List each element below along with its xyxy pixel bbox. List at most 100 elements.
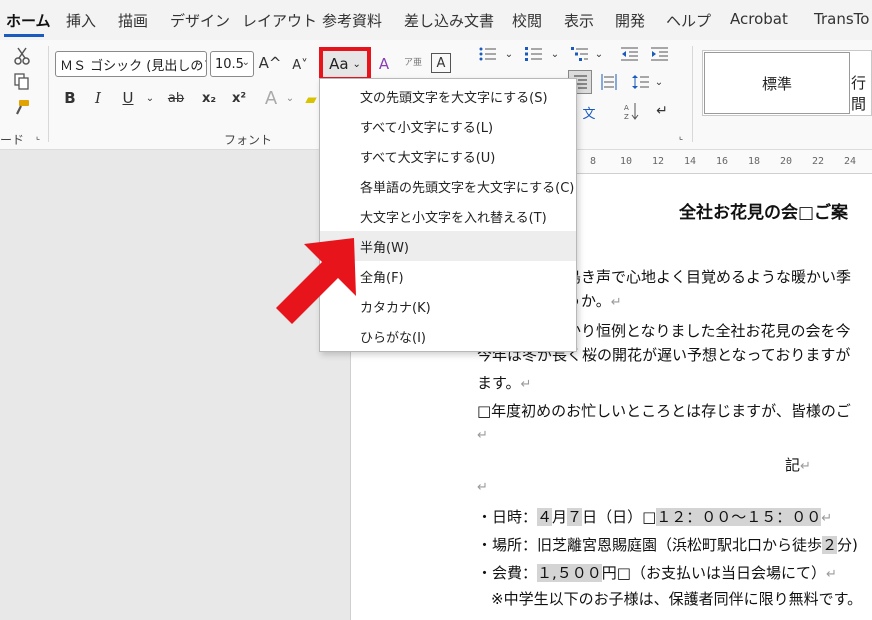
tab-mailings[interactable]: 差し込み文書	[404, 10, 494, 31]
menu-item-lowercase[interactable]: すべて小文字にする(L)	[320, 111, 576, 141]
tab-transto[interactable]: TransTo	[814, 10, 869, 28]
chevron-down-icon: ⌄	[194, 57, 203, 68]
tab-review[interactable]: 校閲	[512, 10, 542, 31]
text-effects-label: A	[264, 87, 278, 109]
shrink-font-button[interactable]: A˅	[288, 53, 312, 77]
chevron-down-icon[interactable]: ⌄	[550, 47, 560, 61]
place-minutes: ２	[822, 536, 838, 554]
menu-item-toggle-case[interactable]: 大文字と小文字を入れ替える(T)	[320, 201, 576, 231]
font-name-combo[interactable]: ＭＳ ゴシック (見出しのフ ⌄	[55, 51, 207, 77]
tab-acrobat[interactable]: Acrobat	[730, 10, 788, 28]
chevron-down-icon[interactable]: ⌄	[594, 47, 604, 61]
chevron-down-icon[interactable]: ⌄	[504, 47, 514, 61]
document-title: 全社お花見の会□ご案	[679, 203, 849, 223]
menu-item-uppercase[interactable]: すべて大文字にする(U)	[320, 141, 576, 171]
chevron-down-icon[interactable]: ⌄	[654, 75, 664, 89]
ki-heading: 記	[785, 456, 801, 474]
strikethrough-label: ab	[167, 90, 185, 106]
red-arrow-icon	[276, 238, 356, 324]
date-line: ・日時：４月７日（日）□１２：００～１５：００↵	[477, 506, 832, 527]
underline-button[interactable]: U	[118, 88, 138, 108]
clear-formatting-button[interactable]: A	[373, 53, 395, 75]
body-line: かり恒例となりました全社お花見の会を今	[566, 322, 851, 340]
menu-item-sentence-case[interactable]: 文の先頭文字を大文字にする(S)	[320, 81, 576, 111]
chevron-down-icon[interactable]: ⌄	[284, 90, 296, 106]
text-effects-button[interactable]: A	[260, 86, 282, 110]
svg-text:A: A	[624, 104, 629, 112]
numbering-icon[interactable]	[524, 45, 544, 63]
style-standard-label: 標準	[761, 74, 792, 93]
underline-label: U	[122, 89, 134, 107]
strikethrough-button[interactable]: ab	[164, 88, 188, 108]
menu-item-label: 各単語の先頭文字を大文字にする(C)	[360, 180, 575, 196]
bold-button[interactable]: B	[60, 88, 80, 108]
show-formatting-marks-icon[interactable]: ↵	[652, 101, 672, 121]
chevron-down-icon: ⌄	[352, 58, 361, 70]
bullets-icon[interactable]	[478, 45, 498, 63]
tab-help[interactable]: ヘルプ	[666, 10, 711, 31]
tab-references[interactable]: 参考資料	[322, 10, 382, 31]
ruler-number: 10	[620, 156, 633, 167]
menu-item-label: 文の先頭文字を大文字にする(S)	[360, 90, 548, 106]
active-tab-indicator	[4, 34, 44, 37]
ruler-number: 18	[748, 156, 761, 167]
line-spacing-icon[interactable]	[630, 71, 652, 93]
chevron-down-icon[interactable]: ⌄	[144, 90, 156, 106]
phonetic-guide-button[interactable]: ア亜	[403, 52, 423, 74]
dialog-launcher-icon[interactable]: ⌞	[676, 132, 686, 142]
body-line: ます。↵	[477, 372, 531, 393]
change-case-label: Aa	[329, 55, 349, 73]
distributed-align-icon[interactable]	[598, 71, 620, 93]
date-rest: 日（日）□	[582, 508, 657, 526]
format-painter-icon[interactable]	[12, 98, 32, 118]
date-month-unit: 月	[552, 508, 568, 526]
menu-item-label: すべて小文字にする(L)	[360, 120, 494, 136]
font-size-value: 10.5	[215, 56, 244, 72]
change-case-button[interactable]: Aa ⌄	[319, 47, 371, 81]
grow-font-button[interactable]: A^	[258, 51, 282, 75]
superscript-button[interactable]: x²	[228, 88, 250, 108]
place-text: ・場所：旧芝離宮恩賜庭園（浜松町駅北口から徒歩	[477, 536, 823, 554]
copy-icon[interactable]	[12, 72, 32, 92]
tab-view[interactable]: 表示	[564, 10, 594, 31]
highlight-icon[interactable]: ▰	[304, 88, 318, 110]
menu-item-label: ひらがな(I)	[360, 330, 426, 346]
tab-layout[interactable]: レイアウト	[242, 10, 317, 31]
tab-home[interactable]: ホーム	[6, 10, 51, 31]
shrink-font-label: A˅	[292, 57, 308, 73]
tab-insert[interactable]: 挿入	[66, 10, 96, 31]
menu-item-capitalize-each-word[interactable]: 各単語の先頭文字を大文字にする(C)	[320, 171, 576, 201]
fee-prefix: ・会費：	[477, 564, 538, 582]
tab-design[interactable]: デザイン	[170, 10, 230, 31]
paragraph-mark: ↵	[821, 511, 833, 526]
menu-item-label: 大文字と小文字を入れ替える(T)	[360, 210, 547, 226]
font-size-combo[interactable]: 10.5 ⌄	[210, 51, 254, 77]
asian-layout-icon[interactable]: 文	[578, 102, 600, 122]
subscript-button[interactable]: x₂	[198, 88, 220, 108]
menu-item-label: すべて大文字にする(U)	[360, 150, 496, 166]
italic-button[interactable]: I	[88, 88, 108, 108]
style-standard[interactable]: 標準	[704, 52, 850, 114]
ruler-number: 8	[590, 156, 597, 167]
paragraph-mark: ↵	[477, 428, 488, 443]
sort-icon[interactable]: AZ	[622, 101, 642, 121]
tab-developer[interactable]: 開発	[615, 10, 645, 31]
character-border-button[interactable]: A	[431, 53, 451, 73]
subscript-label: x₂	[201, 90, 217, 106]
ribbon-tabs: ホーム 挿入 描画 デザイン レイアウト 参考資料 差し込み文書 校閲 表示 開…	[0, 0, 872, 40]
tab-draw[interactable]: 描画	[118, 10, 148, 31]
style-no-spacing[interactable]: 行間	[851, 72, 872, 114]
decrease-indent-icon[interactable]	[620, 45, 640, 63]
paragraph-mark: ↵	[610, 295, 622, 310]
menu-item-label: カタカナ(K)	[360, 300, 431, 316]
ruler-number: 14	[684, 156, 697, 167]
grow-font-label: A^	[258, 54, 282, 72]
dialog-launcher-icon[interactable]: ⌞	[33, 132, 43, 142]
phonetic-guide-label: ア亜	[403, 58, 422, 68]
body-line: □年度初めのお忙しいところとは存じますが、皆様のご	[477, 402, 851, 420]
italic-label: I	[95, 89, 101, 107]
increase-indent-icon[interactable]	[650, 45, 670, 63]
date-month: ４	[537, 508, 553, 526]
cut-icon[interactable]	[12, 46, 32, 66]
multilevel-list-icon[interactable]	[570, 45, 590, 63]
